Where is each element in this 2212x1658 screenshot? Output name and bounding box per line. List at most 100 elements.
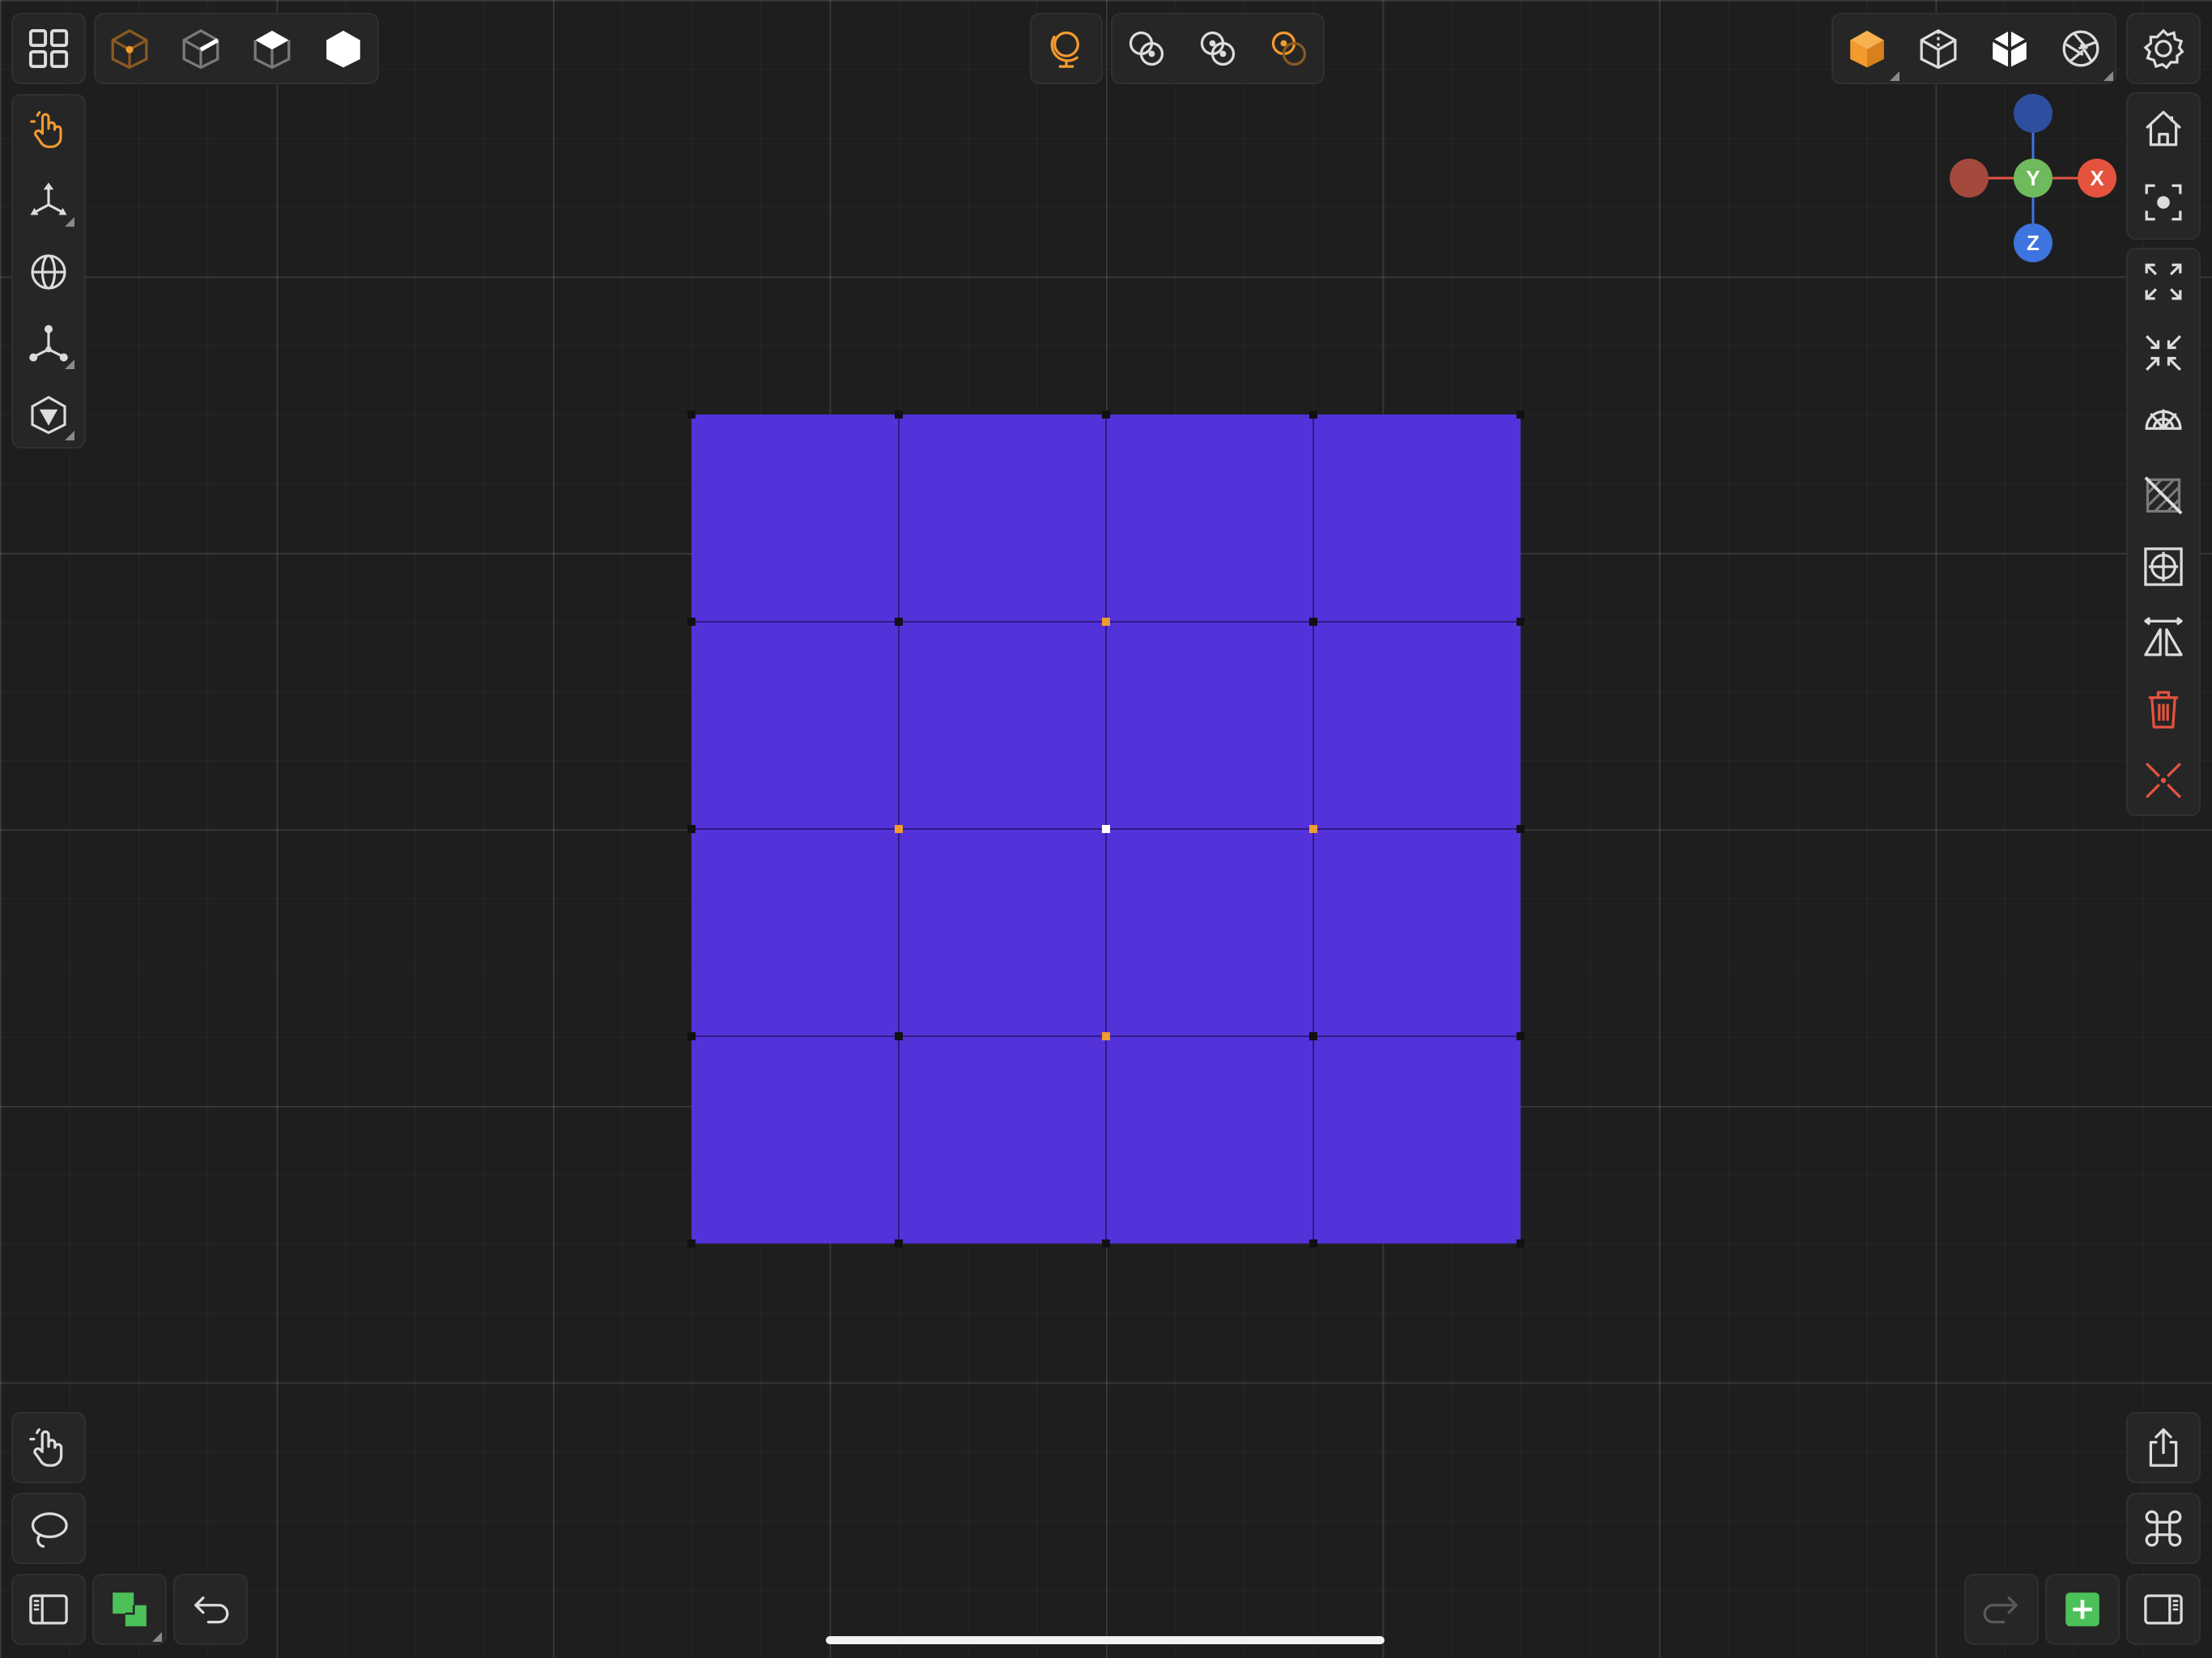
expand-button[interactable] bbox=[2128, 246, 2199, 317]
object-mode-button[interactable] bbox=[308, 13, 379, 84]
mesh-vertex[interactable] bbox=[1309, 410, 1317, 419]
axis-gizmo[interactable]: X Y Z bbox=[1943, 92, 2121, 262]
command-button[interactable] bbox=[2128, 1493, 2199, 1564]
mesh-vertex[interactable] bbox=[1516, 1032, 1525, 1040]
mesh-vertex[interactable] bbox=[687, 1032, 696, 1040]
selected-vertex[interactable] bbox=[1102, 1032, 1110, 1040]
edge-mode-button[interactable] bbox=[165, 13, 236, 84]
wireframe-shading-icon bbox=[1920, 29, 1957, 70]
settings-icon bbox=[2143, 28, 2184, 70]
mesh-vertex[interactable] bbox=[687, 618, 696, 626]
gesture-button[interactable] bbox=[13, 1412, 84, 1483]
move-tool-button[interactable] bbox=[19, 172, 78, 230]
origin-button[interactable] bbox=[2128, 531, 2199, 602]
command-icon bbox=[2145, 1510, 2182, 1547]
collapse-button[interactable] bbox=[2128, 317, 2199, 389]
mesh-vertex[interactable] bbox=[1309, 1239, 1317, 1248]
gizmo-x-handle[interactable]: X bbox=[2078, 159, 2116, 198]
settings-button[interactable] bbox=[2128, 13, 2199, 84]
lasso-button[interactable] bbox=[13, 1493, 84, 1564]
object-mode-icon bbox=[326, 30, 360, 68]
gizmo-neg-z-handle[interactable] bbox=[2014, 94, 2052, 133]
lasso-icon bbox=[31, 1512, 68, 1548]
face-mode-button[interactable] bbox=[236, 13, 308, 84]
undo-button[interactable] bbox=[175, 1574, 246, 1645]
origin-icon bbox=[2144, 547, 2183, 586]
sidebar-right-button[interactable] bbox=[2128, 1574, 2199, 1645]
delete-button[interactable] bbox=[2128, 674, 2199, 745]
sidebar-left-button[interactable] bbox=[13, 1574, 84, 1645]
redo-button[interactable] bbox=[1966, 1574, 2037, 1645]
mesh-vertex[interactable] bbox=[687, 825, 696, 833]
grid-menu-icon bbox=[28, 28, 69, 69]
snap-orange-button[interactable] bbox=[1253, 13, 1325, 84]
add-button[interactable] bbox=[2047, 1574, 2118, 1645]
inset-tool-button[interactable] bbox=[19, 385, 78, 444]
home-indicator[interactable] bbox=[826, 1636, 1385, 1644]
mirror-icon bbox=[2144, 617, 2183, 657]
focus-icon bbox=[2145, 184, 2182, 221]
mesh-vertex[interactable] bbox=[1516, 410, 1525, 419]
gizmo-neg-x-handle[interactable] bbox=[1950, 159, 1989, 198]
mesh-vertex[interactable] bbox=[895, 1032, 903, 1040]
select-tool-button[interactable] bbox=[19, 100, 78, 159]
solid-shading-icon bbox=[1850, 30, 1884, 68]
render-shading-icon bbox=[2062, 30, 2099, 67]
xray-shading-button[interactable] bbox=[1974, 13, 2045, 84]
scale-tool-button[interactable] bbox=[19, 314, 78, 372]
mesh-vertex[interactable] bbox=[1516, 618, 1525, 626]
snap-dots-icon bbox=[1200, 31, 1236, 66]
mesh-vertex[interactable] bbox=[1309, 1032, 1317, 1040]
rotate-tool-button[interactable] bbox=[19, 243, 78, 301]
subdivide-button[interactable] bbox=[2128, 389, 2199, 460]
grid-menu-button[interactable] bbox=[13, 13, 84, 84]
mesh-vertex[interactable] bbox=[687, 410, 696, 419]
mesh-vertex[interactable] bbox=[687, 1239, 696, 1248]
focus-button[interactable] bbox=[2128, 167, 2199, 238]
subdivide-icon bbox=[2145, 409, 2182, 430]
scale-tool-icon bbox=[29, 325, 68, 362]
mesh-vertex[interactable] bbox=[895, 618, 903, 626]
mesh-vertex[interactable] bbox=[1309, 618, 1317, 626]
snap-dots-button[interactable] bbox=[1182, 13, 1253, 84]
selected-vertex[interactable] bbox=[1309, 825, 1317, 833]
mirror-button[interactable] bbox=[2128, 602, 2199, 674]
snap-orange-icon bbox=[1271, 31, 1307, 66]
selected-vertex[interactable] bbox=[1102, 618, 1110, 626]
render-shading-button[interactable] bbox=[2045, 13, 2116, 84]
dissolve-icon bbox=[2146, 763, 2181, 798]
mesh-vertex[interactable] bbox=[1516, 1239, 1525, 1248]
gesture-icon bbox=[29, 1428, 63, 1467]
layers-button[interactable] bbox=[94, 1574, 165, 1645]
share-button[interactable] bbox=[2128, 1412, 2199, 1483]
gizmo-z-label: Z bbox=[2027, 230, 2040, 255]
mesh-vertex[interactable] bbox=[895, 1239, 903, 1248]
wireframe-shading-button[interactable] bbox=[1903, 13, 1974, 84]
pivot-globe-icon bbox=[1050, 31, 1079, 68]
edge-mode-icon bbox=[182, 29, 219, 70]
vertex-mode-icon bbox=[111, 29, 148, 70]
snap-circles-button[interactable] bbox=[1111, 13, 1182, 84]
gizmo-y-handle[interactable]: Y bbox=[2014, 159, 2052, 198]
select-tool-icon bbox=[30, 111, 62, 148]
face-mode-icon bbox=[253, 30, 291, 70]
redo-icon bbox=[1983, 1596, 2018, 1624]
solid-shading-button[interactable] bbox=[1831, 13, 1903, 84]
add-icon bbox=[2065, 1592, 2099, 1626]
mesh-vertex[interactable] bbox=[895, 410, 903, 419]
inset-tool-icon bbox=[31, 395, 66, 435]
selected-vertex[interactable] bbox=[895, 825, 903, 833]
hide-button[interactable] bbox=[2128, 460, 2199, 531]
home-view-button[interactable] bbox=[2128, 92, 2199, 164]
expand-icon bbox=[2145, 263, 2182, 300]
mesh-vertex[interactable] bbox=[1102, 410, 1110, 419]
undo-icon bbox=[194, 1596, 229, 1624]
gizmo-z-handle[interactable]: Z bbox=[2014, 223, 2052, 262]
mesh-vertex[interactable] bbox=[1102, 1239, 1110, 1248]
vertex-mode-button[interactable] bbox=[94, 13, 165, 84]
pivot-button[interactable] bbox=[1031, 13, 1102, 84]
mesh-vertex[interactable] bbox=[1516, 825, 1525, 833]
active-vertex[interactable] bbox=[1102, 825, 1110, 833]
dissolve-button[interactable] bbox=[2128, 745, 2199, 816]
hide-icon bbox=[2144, 476, 2183, 515]
